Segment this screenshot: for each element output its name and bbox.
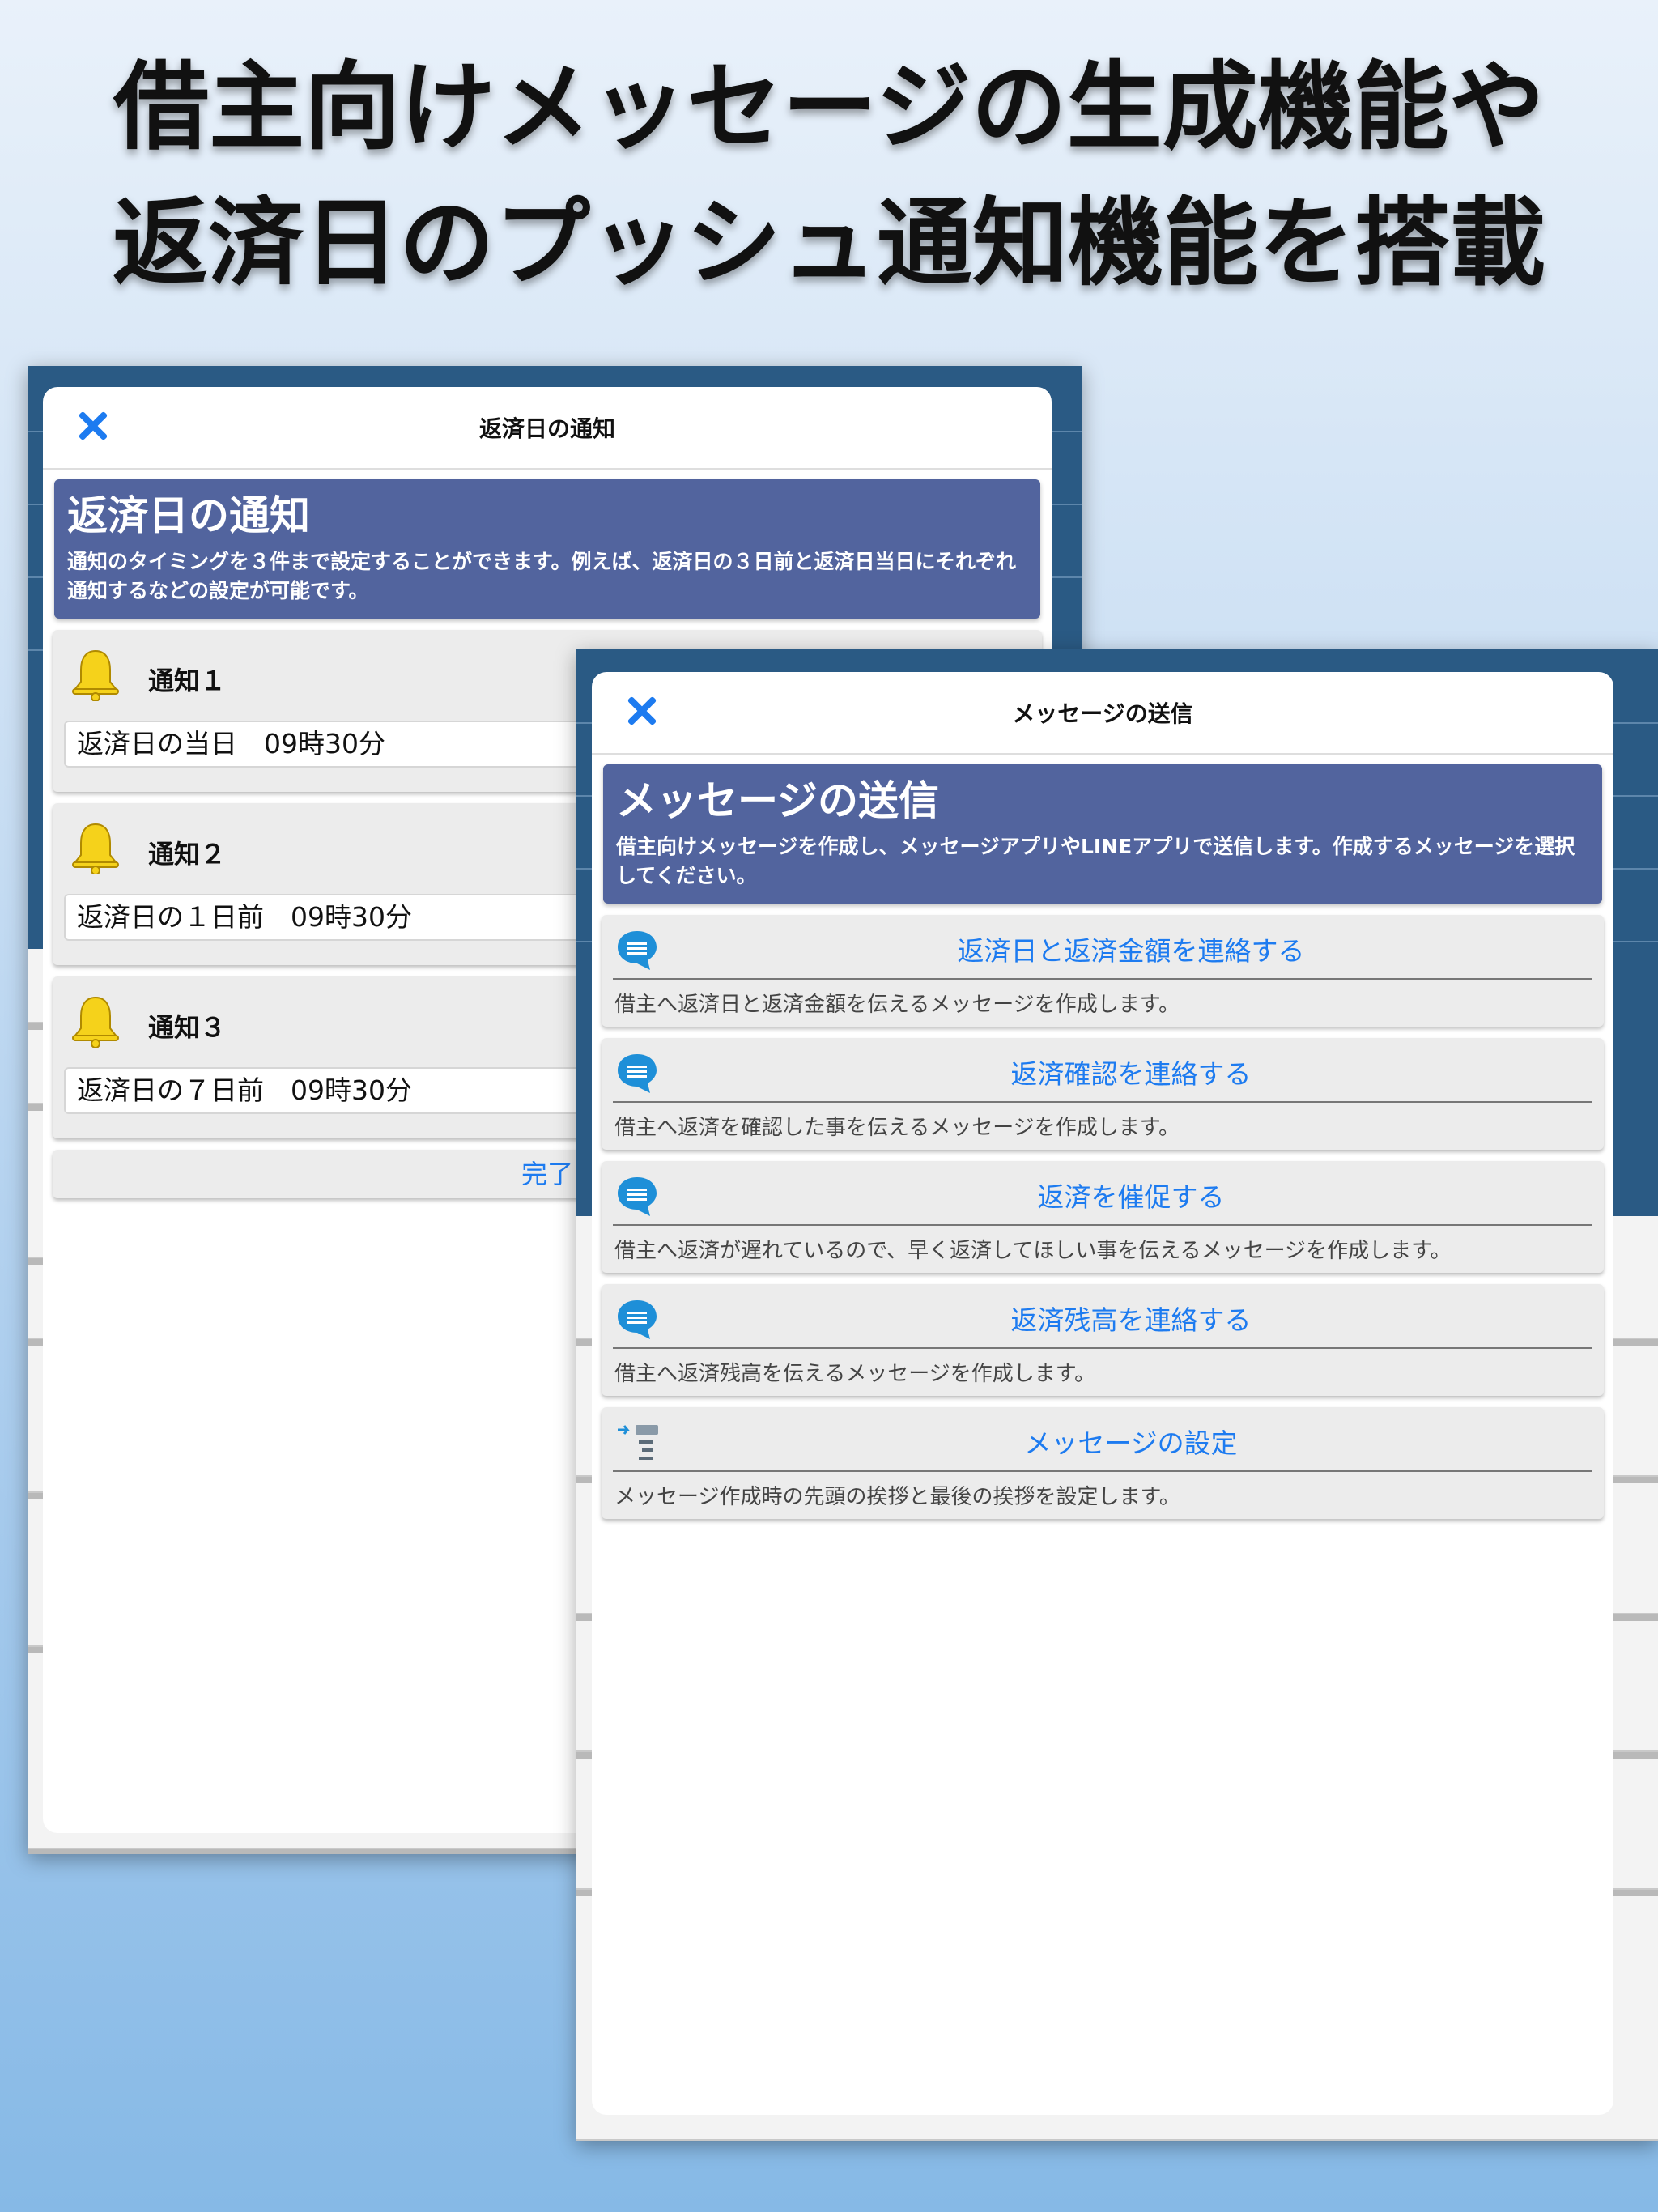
nav-title: メッセージの送信 (1012, 700, 1193, 727)
message-option-balance[interactable]: 返済残高を連絡する 借主へ返済残高を伝えるメッセージを作成します。 (602, 1284, 1604, 1396)
chat-bubble-icon (618, 1300, 657, 1339)
option-description: 借主へ返済を確認した事を伝えるメッセージを作成します。 (614, 1116, 1180, 1140)
banner-title: メッセージの送信 (616, 777, 939, 824)
nav-bar: 返済日の通知 (43, 387, 1052, 470)
divider (613, 1470, 1592, 1472)
divider (613, 1347, 1592, 1349)
message-option-payment-reminder[interactable]: 返済を催促する 借主へ返済が遅れているので、早く返済してほしい事を伝えるメッセー… (602, 1161, 1604, 1273)
message-option-payment-date[interactable]: 返済日と返済金額を連絡する 借主へ返済日と返済金額を伝えるメッセージを作成します… (602, 915, 1604, 1027)
nav-bar: メッセージの送信 (592, 672, 1613, 755)
divider (613, 1101, 1592, 1103)
option-title: 返済確認を連絡する (1010, 1058, 1252, 1090)
notification-label: 通知３ (148, 1012, 227, 1043)
banner-title: 返済日の通知 (67, 492, 310, 539)
chat-bubble-icon (618, 1177, 657, 1216)
chat-bubble-icon (618, 931, 657, 970)
divider (613, 1224, 1592, 1226)
chat-bubble-icon (618, 1054, 657, 1093)
option-title: 返済残高を連絡する (1010, 1304, 1252, 1336)
info-banner: 返済日の通知 通知のタイミングを３件まで設定することができます。例えば、返済日の… (54, 479, 1040, 619)
bell-icon (72, 996, 119, 1048)
bell-icon (72, 649, 119, 701)
option-description: 借主へ返済日と返済金額を伝えるメッセージを作成します。 (614, 993, 1180, 1017)
option-title: メッセージの設定 (1024, 1427, 1238, 1459)
option-title: 返済を催促する (1037, 1181, 1225, 1213)
info-banner: メッセージの送信 借主向けメッセージを作成し、メッセージアプリやLINEアプリで… (603, 764, 1602, 904)
option-title: 返済日と返済金額を連絡する (957, 935, 1305, 967)
settings-list-icon (618, 1425, 658, 1460)
notification-label: 通知１ (148, 666, 227, 696)
bell-icon (72, 823, 119, 874)
tablet-message-screen: メッセージの送信 メッセージの送信 借主向けメッセージを作成し、メッセージアプリ… (576, 649, 1658, 2141)
headline-line-1: 借主向けメッセージの生成機能や (113, 51, 1545, 163)
divider (613, 978, 1592, 980)
option-description: 借主へ返済残高を伝えるメッセージを作成します。 (614, 1362, 1096, 1386)
promo-headline: 借主向けメッセージの生成機能や 返済日のプッシュ通知機能を搭載 (0, 39, 1658, 311)
option-description: 借主へ返済が遅れているので、早く返済してほしい事を伝えるメッセージを作成します。 (614, 1239, 1452, 1263)
banner-description: 借主向けメッセージを作成し、メッセージアプリやLINEアプリで送信します。作成す… (616, 835, 1575, 887)
message-sheet: メッセージの送信 メッセージの送信 借主向けメッセージを作成し、メッセージアプリ… (592, 672, 1613, 2115)
notification-label: 通知２ (148, 839, 227, 870)
nav-title: 返済日の通知 (478, 415, 615, 442)
banner-description: 通知のタイミングを３件まで設定することができます。例えば、返済日の３日前と返済日… (67, 550, 1017, 602)
option-description: メッセージ作成時の先頭の挨拶と最後の挨拶を設定します。 (614, 1485, 1180, 1509)
headline-line-2: 返済日のプッシュ通知機能を搭載 (112, 187, 1545, 299)
message-option-settings[interactable]: メッセージの設定 メッセージ作成時の先頭の挨拶と最後の挨拶を設定します。 (602, 1407, 1604, 1519)
message-option-payment-confirmed[interactable]: 返済確認を連絡する 借主へ返済を確認した事を伝えるメッセージを作成します。 (602, 1038, 1604, 1150)
